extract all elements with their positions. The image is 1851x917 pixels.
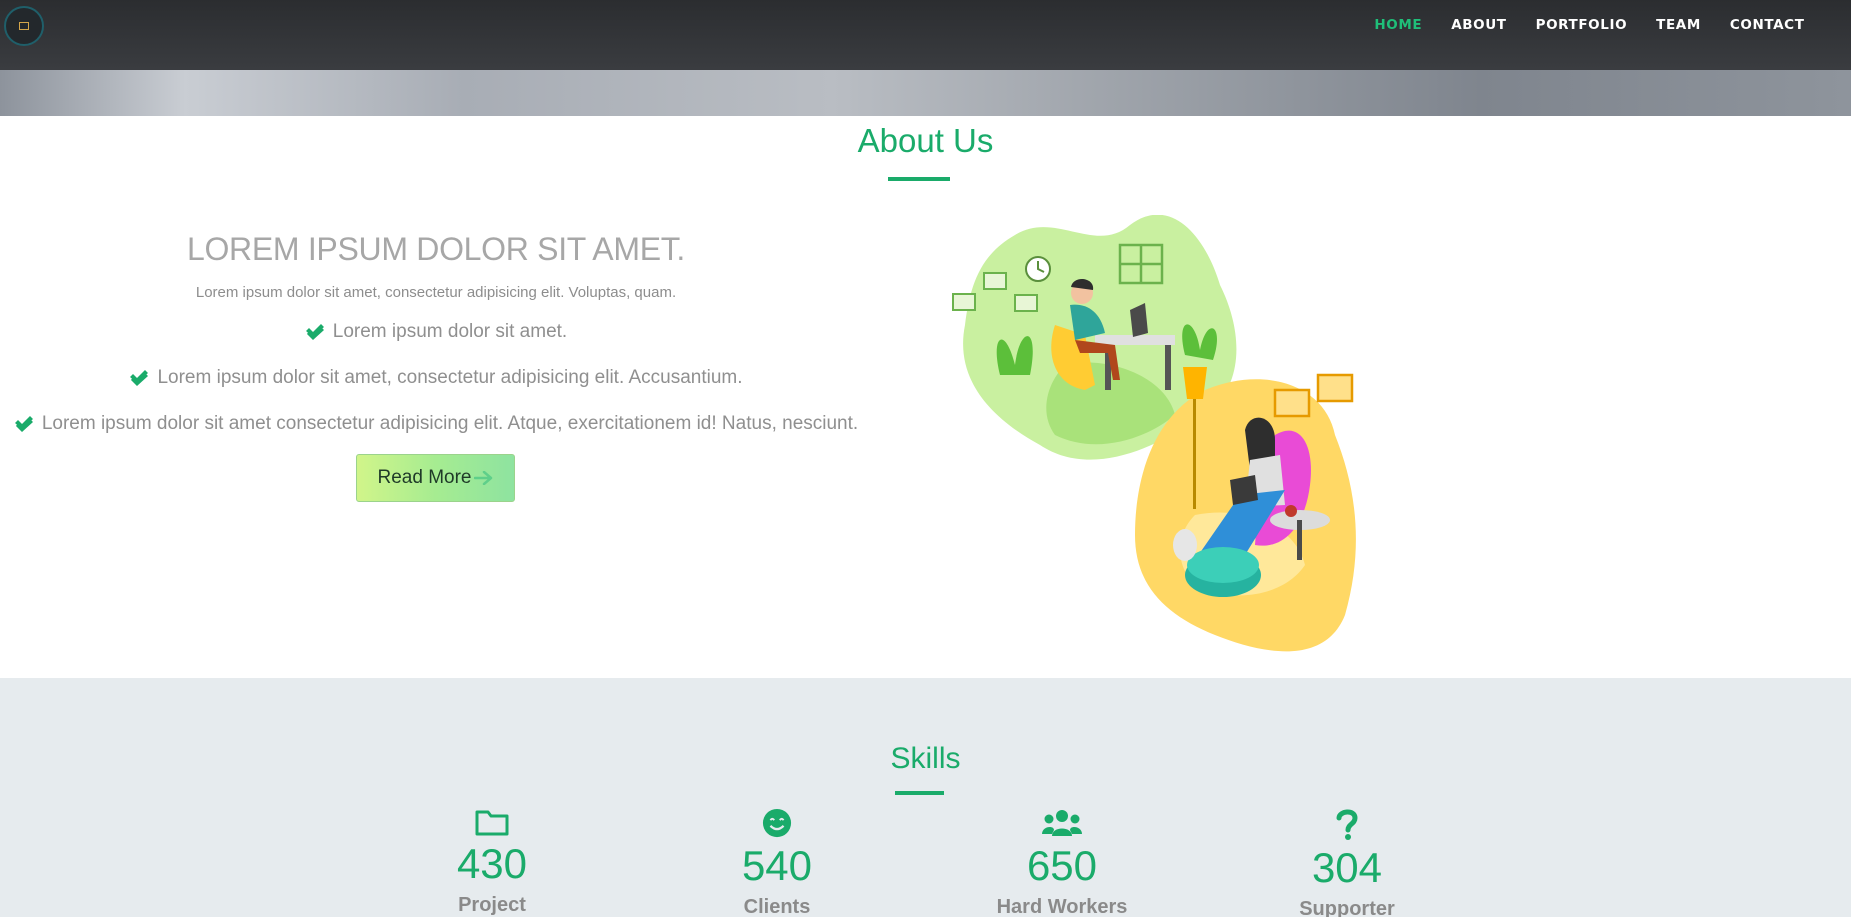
about-point: Lorem ipsum dolor sit amet consectetur a…	[0, 412, 872, 436]
about-point: Lorem ipsum dolor sit amet, consectetur …	[0, 366, 872, 390]
nav-team[interactable]: TEAM	[1642, 15, 1716, 35]
about-subtitle: Lorem ipsum dolor sit amet, consectetur …	[195, 284, 677, 301]
stat-clients: 540 Clients	[677, 808, 877, 917]
about-point-text: Lorem ipsum dolor sit amet consectetur a…	[41, 413, 859, 434]
stat-value: 540	[741, 842, 813, 889]
about-text-block: LOREM IPSUM DOLOR SIT AMET. Lorem ipsum …	[0, 226, 872, 436]
skills-section: Skills 430 Project 540 Clients 650 Hard …	[0, 678, 1851, 917]
logo-mark-icon	[19, 21, 29, 30]
stat-supporter: 304 Supporter	[1247, 808, 1447, 917]
smile-icon	[762, 808, 792, 838]
about-heading: LOREM IPSUM DOLOR SIT AMET.	[186, 231, 686, 267]
double-check-icon	[130, 370, 149, 386]
nav-menu: HOME ABOUT PORTFOLIO TEAM CONTACT	[1360, 15, 1819, 35]
skills-section-title: Skills	[890, 742, 961, 775]
stat-label: Clients	[743, 896, 811, 917]
double-check-icon	[14, 416, 33, 432]
nav-portfolio[interactable]: PORTFOLIO	[1521, 15, 1642, 35]
about-point: Lorem ipsum dolor sit amet.	[0, 320, 872, 344]
read-more-button[interactable]: Read More	[356, 454, 515, 502]
skills-title-underline	[895, 791, 944, 795]
stat-label: Project	[458, 894, 526, 916]
about-point-text: Lorem ipsum dolor sit amet.	[332, 321, 568, 342]
question-icon	[1336, 809, 1358, 840]
hero-banner-strip	[0, 70, 1851, 116]
stat-label: Hard Workers	[996, 896, 1128, 917]
nav-about[interactable]: ABOUT	[1437, 15, 1521, 35]
stat-value: 650	[1026, 842, 1098, 889]
stat-value: 304	[1311, 844, 1383, 891]
stat-hard-workers: 650 Hard Workers	[962, 808, 1162, 917]
navbar: HOME ABOUT PORTFOLIO TEAM CONTACT	[0, 0, 1851, 70]
arrow-right-icon	[473, 471, 492, 485]
stat-label: Supporter	[1299, 898, 1395, 917]
double-check-icon	[305, 324, 324, 340]
work-from-home-illustration	[952, 215, 1356, 652]
folder-icon	[475, 810, 509, 836]
nav-contact[interactable]: CONTACT	[1715, 15, 1819, 35]
users-icon	[1042, 810, 1082, 836]
stat-project: 430 Project	[392, 808, 592, 917]
site-logo[interactable]	[4, 6, 44, 46]
about-title-underline	[888, 177, 950, 181]
about-section-title: About Us	[857, 122, 994, 159]
nav-home[interactable]: HOME	[1360, 15, 1437, 35]
about-point-text: Lorem ipsum dolor sit amet, consectetur …	[157, 367, 743, 388]
read-more-label: Read More	[377, 467, 472, 488]
stat-value: 430	[456, 840, 528, 887]
